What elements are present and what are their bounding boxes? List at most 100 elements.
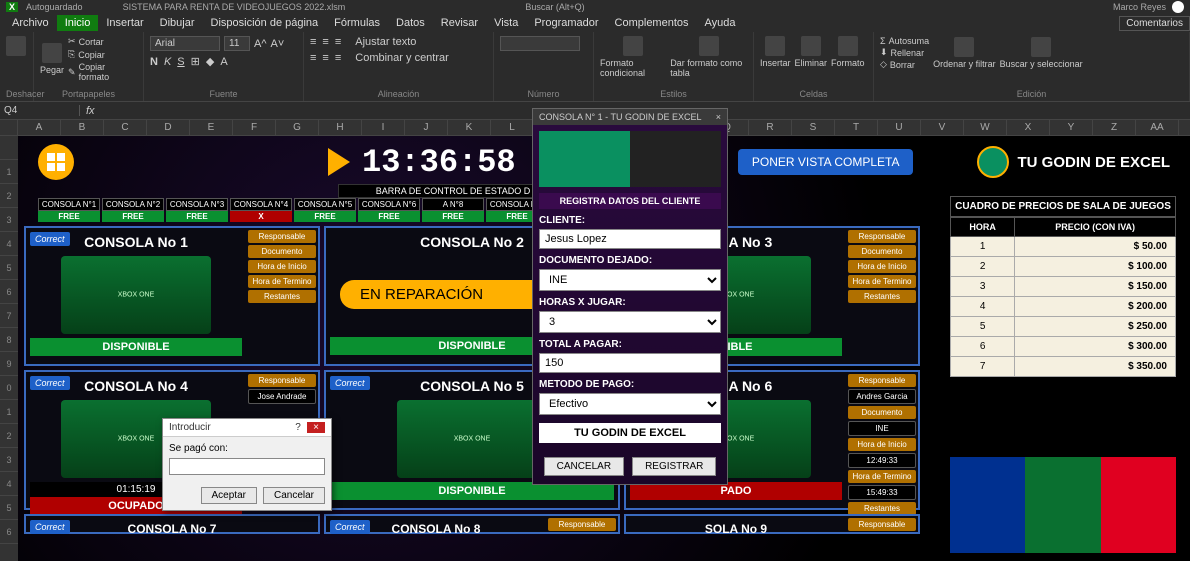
menu-archivo[interactable]: Archivo: [4, 15, 57, 31]
vista-completa-button[interactable]: PONER VISTA COMPLETA: [738, 149, 914, 175]
attr-label: Documento: [848, 245, 916, 258]
correct-tag[interactable]: Correct: [30, 376, 70, 390]
switch-logo: [1101, 457, 1176, 553]
dialog-accept-button[interactable]: Aceptar: [201, 487, 257, 504]
avatar[interactable]: [1172, 1, 1184, 13]
register-button[interactable]: REGISTRAR: [632, 457, 716, 476]
cond-format-icon[interactable]: [623, 36, 643, 56]
font-shrink-icon[interactable]: A˅: [271, 38, 285, 50]
dialog-help-icon[interactable]: ?: [289, 422, 307, 433]
insert-cells-icon[interactable]: [765, 36, 785, 56]
dialog-close-icon[interactable]: ×: [307, 422, 325, 433]
align-top-icon[interactable]: ≡: [310, 36, 316, 48]
price-row: 3$ 150.00: [951, 277, 1176, 297]
console-status: DISPONIBLE: [30, 338, 242, 356]
italic-button[interactable]: K: [164, 56, 171, 68]
autosum-button[interactable]: ΣAutosuma: [880, 36, 929, 46]
table-format-icon[interactable]: [699, 36, 719, 56]
font-size-select[interactable]: [224, 36, 250, 51]
correct-tag[interactable]: Correct: [330, 520, 370, 534]
menu-disposicion[interactable]: Disposición de página: [203, 15, 327, 31]
wrap-button[interactable]: Ajustar texto: [355, 36, 416, 48]
number-format-select[interactable]: [500, 36, 580, 51]
autosave-toggle[interactable]: Autoguardado: [26, 2, 83, 12]
font-name-select[interactable]: [150, 36, 220, 51]
correct-tag[interactable]: Correct: [30, 520, 70, 534]
total-input[interactable]: [539, 353, 721, 373]
clear-button[interactable]: ◇Borrar: [880, 59, 929, 70]
console-card[interactable]: CorrectCONSOLA No 7: [24, 514, 320, 534]
play-button[interactable]: [328, 148, 350, 176]
styles-label: Estilos: [600, 89, 747, 99]
underline-button[interactable]: S: [177, 56, 184, 68]
menu-insertar[interactable]: Insertar: [98, 15, 151, 31]
correct-tag[interactable]: Correct: [30, 232, 70, 246]
user-name[interactable]: Marco Reyes: [1113, 2, 1166, 12]
delete-cells-icon[interactable]: [801, 36, 821, 56]
metodo-label: METODO DE PAGO:: [539, 379, 721, 390]
menu-programador[interactable]: Programador: [526, 15, 606, 31]
font-grow-icon[interactable]: A^: [254, 38, 267, 50]
fill-color-button[interactable]: ◆: [206, 55, 214, 68]
format-cells-icon[interactable]: [838, 36, 858, 56]
console-image: [61, 256, 211, 334]
metodo-select[interactable]: Efectivo: [539, 393, 721, 415]
menu-vista[interactable]: Vista: [486, 15, 526, 31]
attr-label: Responsable: [848, 230, 916, 243]
clipboard-label: Portapapeles: [40, 89, 137, 99]
menu-revisar[interactable]: Revisar: [433, 15, 486, 31]
comments-button[interactable]: Comentarios: [1119, 16, 1190, 31]
attr-label: Responsable: [848, 518, 916, 531]
sort-icon[interactable]: [954, 37, 974, 57]
bold-button[interactable]: N: [150, 56, 158, 68]
console-card[interactable]: SOLA No 9Responsable: [624, 514, 920, 534]
dialog-prompt-label: Se pagó con:: [169, 443, 325, 454]
console-card[interactable]: CorrectCONSOLA No 8Responsable: [324, 514, 620, 534]
menu-ayuda[interactable]: Ayuda: [697, 15, 744, 31]
number-label: Número: [500, 89, 587, 99]
attr-label: Responsable: [248, 230, 316, 243]
dialog-input[interactable]: [169, 458, 325, 475]
correct-tag[interactable]: Correct: [330, 376, 370, 390]
menu-button[interactable]: [38, 144, 74, 180]
copy-button[interactable]: ⎘Copiar: [68, 49, 137, 60]
console-card[interactable]: CorrectCONSOLA No 1DISPONIBLEResponsable…: [24, 226, 320, 366]
menu-dibujar[interactable]: Dibujar: [152, 15, 203, 31]
menu-complementos[interactable]: Complementos: [607, 15, 697, 31]
find-icon[interactable]: [1031, 37, 1051, 57]
border-button[interactable]: ⊞: [191, 55, 200, 68]
console-logos: [950, 457, 1176, 553]
ribbon: Deshacer Pegar ✂Cortar ⎘Copiar ✎Copiar f…: [0, 32, 1190, 102]
status-cell: CONSOLA N°3FREE: [166, 198, 228, 222]
brand-logo-icon: [977, 146, 1009, 178]
font-color-button[interactable]: A: [220, 56, 227, 68]
cut-button[interactable]: ✂Cortar: [68, 36, 137, 47]
documento-select[interactable]: INE: [539, 269, 721, 291]
menu-datos[interactable]: Datos: [388, 15, 433, 31]
fill-button[interactable]: ⬇Rellenar: [880, 47, 929, 58]
attr-label: Hora de Termino: [248, 275, 316, 288]
menu-inicio[interactable]: Inicio: [57, 15, 99, 31]
modal-close-icon[interactable]: ×: [716, 112, 721, 122]
cancel-button[interactable]: CANCELAR: [544, 457, 624, 476]
price-title: CUADRO DE PRECIOS DE SALA DE JUEGOS: [950, 196, 1176, 217]
undo-icon[interactable]: [6, 36, 26, 56]
format-painter-button[interactable]: ✎Copiar formato: [68, 62, 137, 82]
price-col-precio: PRECIO (CON IVA): [1015, 218, 1176, 237]
paste-icon[interactable]: [42, 43, 62, 63]
search-box[interactable]: Buscar (Alt+Q): [525, 2, 584, 12]
horas-select[interactable]: 3: [539, 311, 721, 333]
dialog-cancel-button[interactable]: Cancelar: [263, 487, 325, 504]
menu-formulas[interactable]: Fórmulas: [326, 15, 388, 31]
fx-icon[interactable]: fx: [80, 105, 101, 117]
cells-label: Celdas: [760, 89, 867, 99]
filename: SISTEMA PARA RENTA DE VIDEOJUEGOS 2022.x…: [123, 2, 346, 12]
cliente-label: CLIENTE:: [539, 215, 721, 226]
attr-label: Responsable: [548, 518, 616, 531]
cliente-input[interactable]: [539, 229, 721, 249]
input-dialog: Introducir ? × Se pagó con: Aceptar Canc…: [162, 418, 332, 511]
merge-button[interactable]: Combinar y centrar: [355, 52, 449, 64]
ps4-logo: [950, 457, 1025, 553]
name-box[interactable]: Q4: [0, 105, 80, 116]
clock-display: 13:36:58: [362, 144, 516, 181]
